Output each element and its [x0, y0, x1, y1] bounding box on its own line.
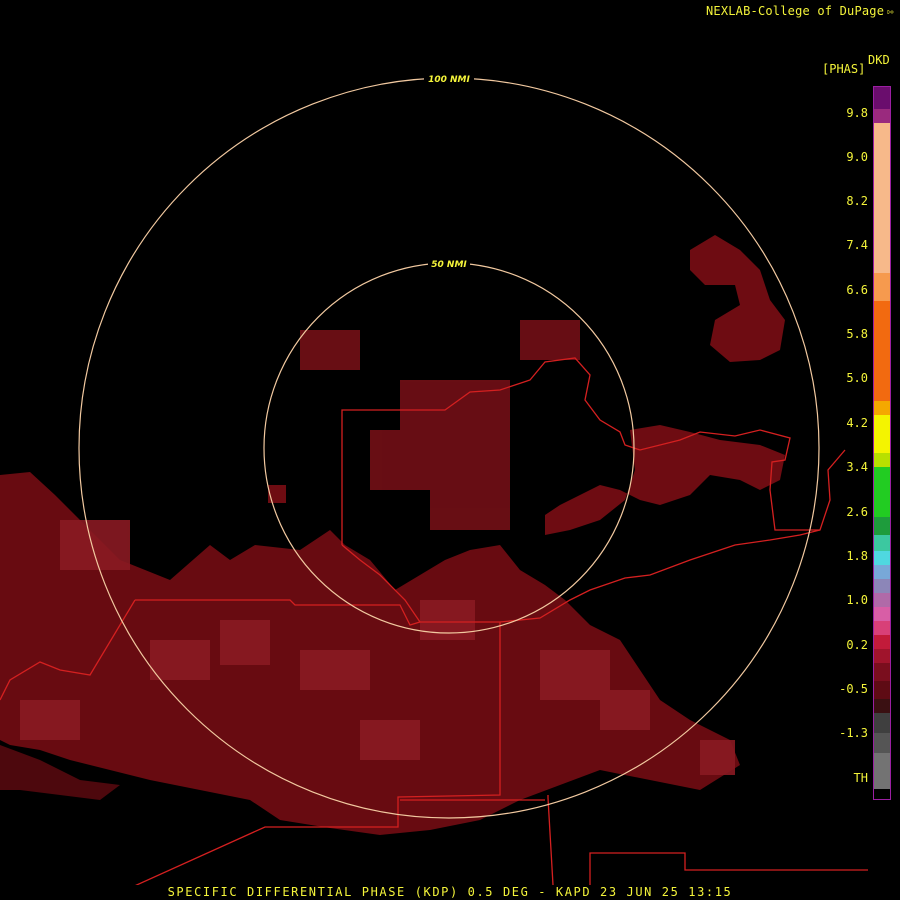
range-ring-label-50: 50 NMI [431, 260, 467, 270]
scale-seg-lavender [874, 579, 890, 593]
legend-tick: 9.0 [846, 150, 868, 164]
scale-seg-gray [874, 733, 890, 753]
scale-seg-mauve [874, 593, 890, 607]
legend-tick: 7.4 [846, 238, 868, 252]
legend-tick: 2.6 [846, 505, 868, 519]
legend-tick: 1.0 [846, 593, 868, 607]
color-scale-bar [873, 86, 891, 800]
nexlab-logo-icon: ⇰ [887, 5, 894, 18]
product-footer: SPECIFIC DIFFERENTIAL PHASE (KDP) 0.5 DE… [167, 885, 733, 899]
legend-tick: TH [853, 771, 868, 785]
range-ring-labels: 50 NMI 100 NMI [424, 73, 474, 270]
scale-seg-peach [874, 123, 890, 273]
scale-seg-purple [874, 87, 890, 109]
scale-seg-green [874, 467, 890, 517]
scale-seg-cyan [874, 551, 890, 565]
scale-seg-teal [874, 535, 890, 551]
range-ring-label-100: 100 NMI [428, 75, 470, 85]
scale-seg-pink [874, 607, 890, 621]
legend-tick: 4.2 [846, 416, 868, 430]
scale-seg-dark-green [874, 517, 890, 535]
scale-seg-yellow [874, 415, 890, 453]
scale-seg-maroon [874, 681, 890, 699]
radar-map: 50 NMI 100 NMI [0, 73, 868, 885]
credit-label: NEXLAB-College of DuPage ⇰ [706, 4, 894, 18]
credit-text: NEXLAB-College of DuPage [705, 4, 885, 18]
scale-seg-magenta [874, 109, 890, 123]
legend-tick: 0.2 [846, 638, 868, 652]
legend-tick: 9.8 [846, 106, 868, 120]
scale-seg-yellow-green [874, 453, 890, 467]
legend-tick: 1.8 [846, 549, 868, 563]
legend-tick: 5.0 [846, 371, 868, 385]
scale-seg-red [874, 635, 890, 649]
scale-seg-light-orange [874, 273, 890, 301]
scale-seg-lightgray [874, 753, 890, 789]
legend-product-code: DKD [868, 53, 890, 67]
scale-seg-lightblue [874, 565, 890, 579]
scale-seg-orange [874, 301, 890, 401]
scale-seg-darkgray [874, 713, 890, 733]
scale-seg-brown [874, 699, 890, 713]
scale-seg-amber [874, 401, 890, 415]
scale-seg-crimson [874, 649, 890, 663]
legend-unit: [PHAS] [822, 62, 866, 76]
scale-seg-darkred [874, 663, 890, 681]
legend-tick: 6.6 [846, 283, 868, 297]
legend-tick: -0.5 [839, 682, 868, 696]
scale-seg-rose [874, 621, 890, 635]
legend-tick: 3.4 [846, 460, 868, 474]
legend-tick: 5.8 [846, 327, 868, 341]
legend-tick: -1.3 [839, 726, 868, 740]
legend-tick: 8.2 [846, 194, 868, 208]
